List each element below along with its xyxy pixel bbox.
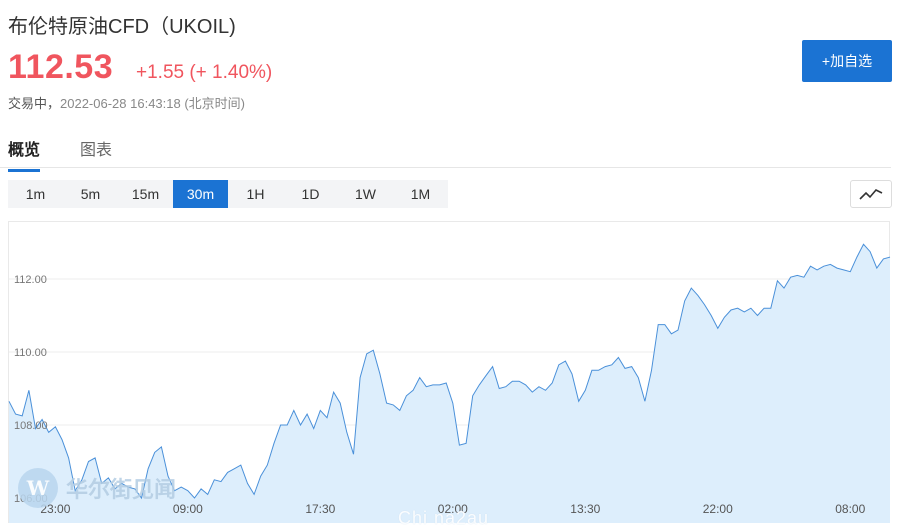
watermark-logo-icon: W xyxy=(18,468,58,508)
x-tick-label: 22:00 xyxy=(703,502,733,516)
y-tick-label: 108.00 xyxy=(14,420,48,432)
y-tick-label: 112.00 xyxy=(14,274,47,286)
x-tick-label: 09:00 xyxy=(173,502,203,516)
x-tick-label: 13:30 xyxy=(570,502,600,516)
y-tick-label: 110.00 xyxy=(14,347,47,359)
watermark: W 华尔街见闻 xyxy=(18,468,176,508)
watermark-text: 华尔街见闻 xyxy=(66,477,177,503)
x-tick-label: 17:30 xyxy=(305,502,335,516)
x-tick-label: 08:00 xyxy=(835,502,865,516)
watermark-secondary: Chi na2au xyxy=(398,508,490,528)
price-chart-svg: 112.00110.00108.00106.0023:0009:0017:300… xyxy=(8,243,891,524)
